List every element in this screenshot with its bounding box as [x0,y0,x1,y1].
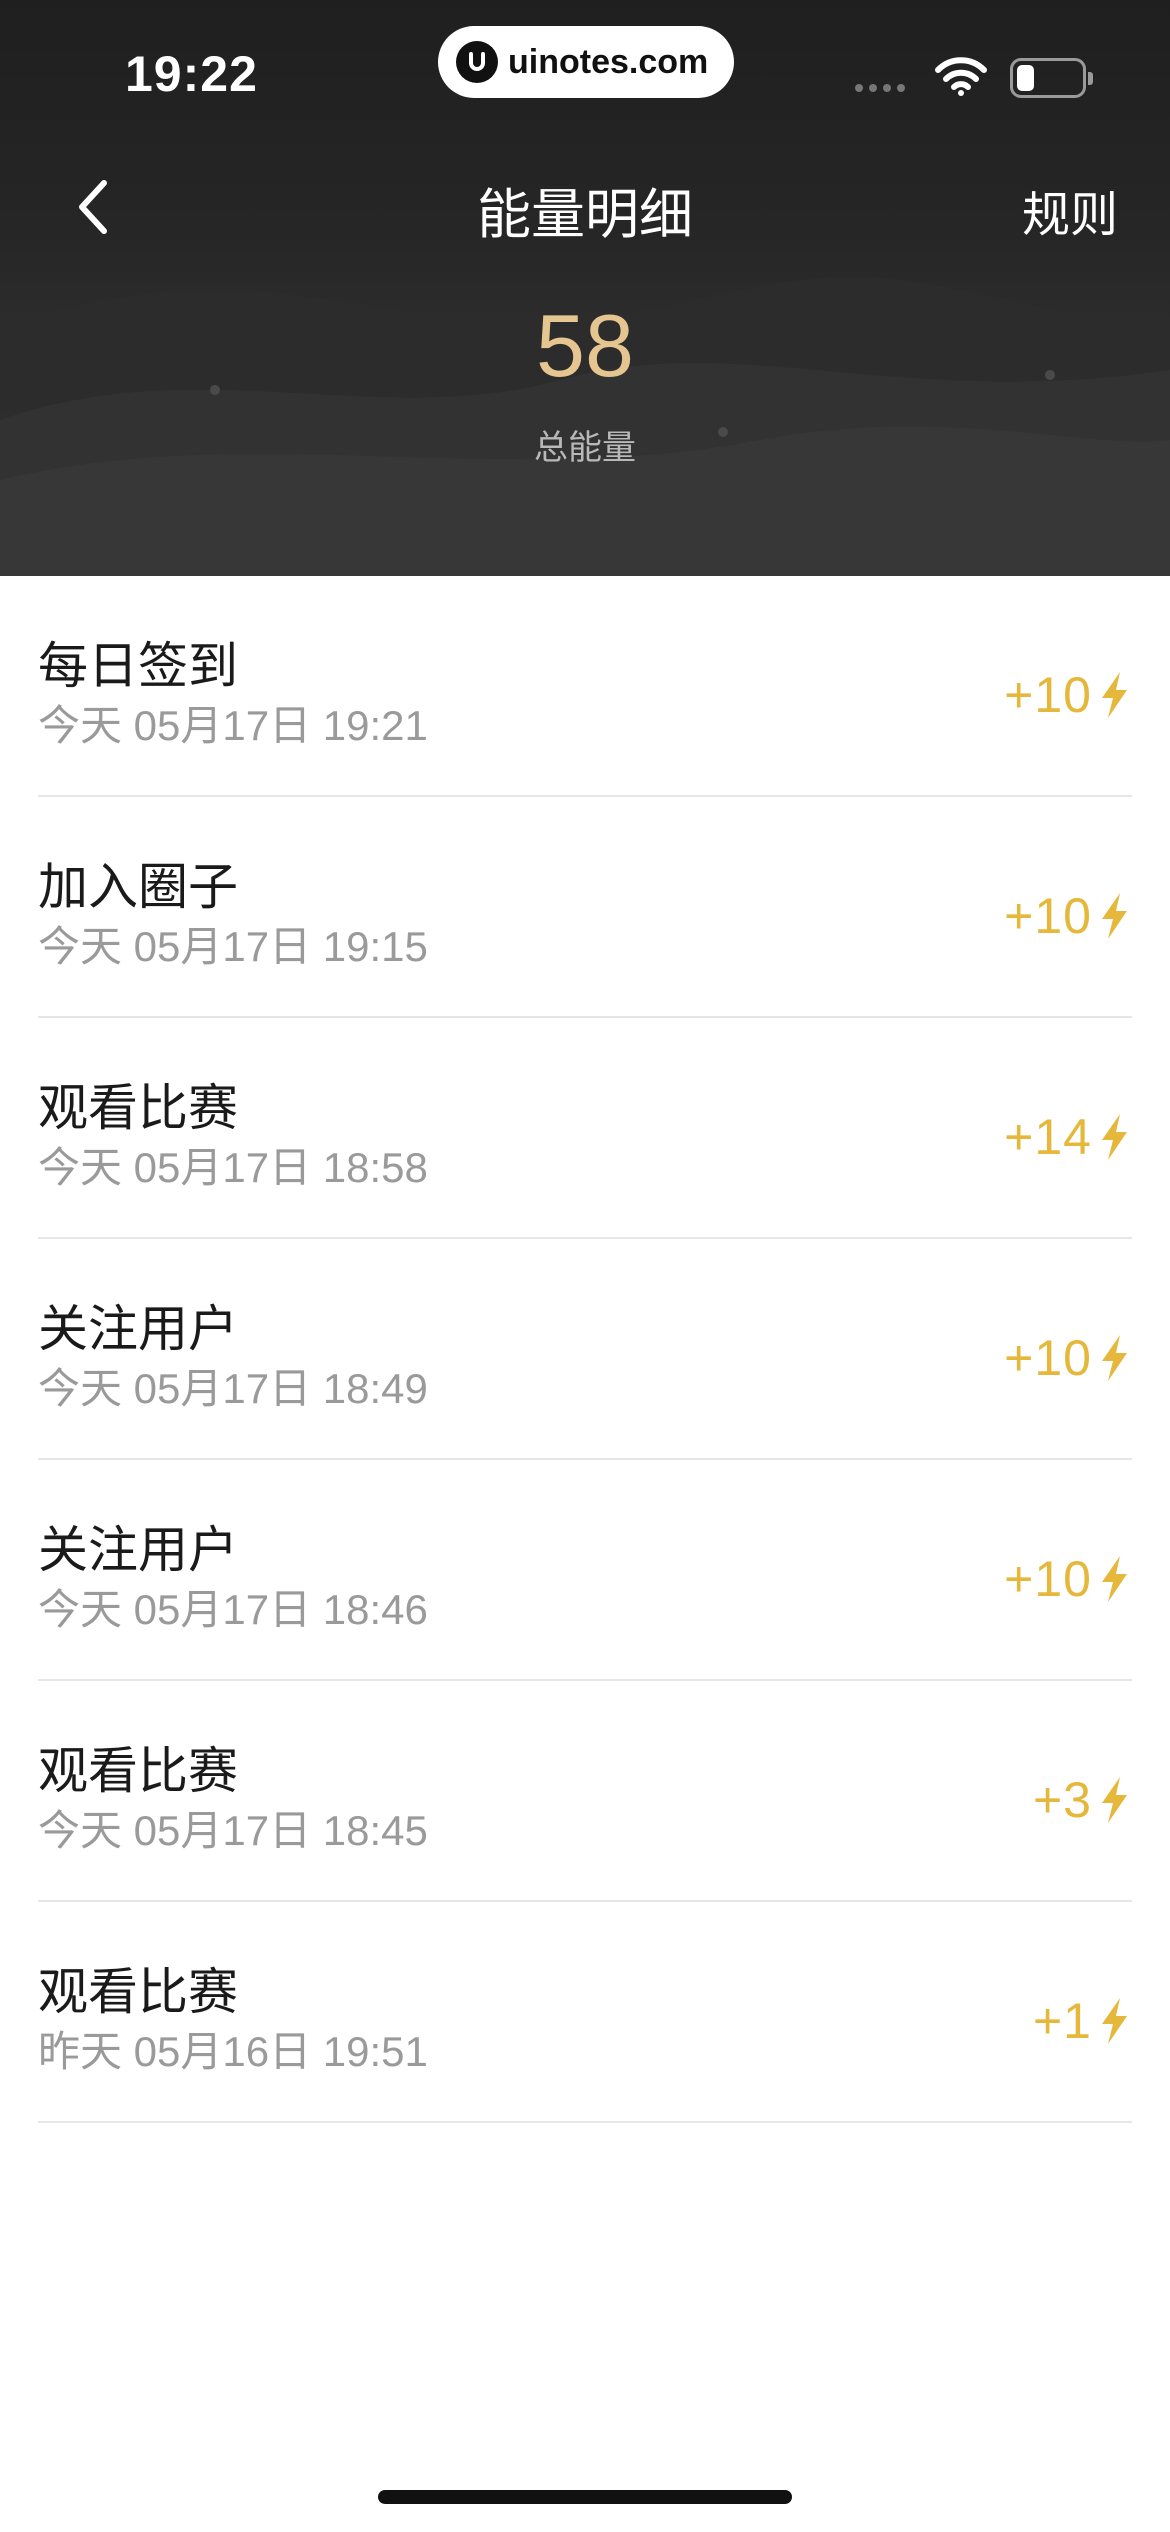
lightning-bolt-icon [1102,672,1127,718]
record-time: 昨天 05月16日 19:51 [38,2028,428,2075]
list-item: 观看比赛 今天 05月17日 18:45 +3 [0,1681,1170,1902]
url-text: uinotes.com [508,42,709,81]
record-points: +14 [1004,1108,1132,1166]
divider [38,2121,1132,2123]
record-time: 今天 05月17日 18:49 [38,1365,428,1412]
points-value: +10 [1004,1330,1092,1386]
back-button[interactable] [62,172,122,242]
list-item: 关注用户 今天 05月17日 18:46 +10 [0,1460,1170,1681]
total-energy-label: 总能量 [534,429,636,467]
record-time: 今天 05月17日 18:58 [38,1144,428,1191]
record-points: +3 [1033,1771,1132,1829]
total-energy-value: 58 [536,296,634,395]
uinotes-logo-icon [456,41,498,83]
points-value: +3 [1032,1772,1092,1828]
lightning-bolt-icon [1102,1556,1127,1602]
status-time: 19:22 [125,46,258,102]
record-title: 每日签到 [38,638,238,694]
battery-icon [1010,58,1086,98]
record-time: 今天 05月17日 19:15 [38,923,428,970]
page-title: 能量明细 [477,185,693,245]
record-title: 观看比赛 [38,1964,238,2020]
record-points: +10 [1004,1329,1132,1387]
record-title: 关注用户 [38,1522,238,1578]
lightning-bolt-icon [1102,1998,1127,2044]
record-time: 今天 05月17日 18:45 [38,1807,428,1854]
wifi-icon [935,57,987,96]
list-item: 关注用户 今天 05月17日 18:49 +10 [0,1239,1170,1460]
record-points: +10 [1004,887,1132,945]
status-bar: 19:22 uinotes.com [0,0,1170,140]
list-item: 观看比赛 今天 05月17日 18:58 +14 [0,1018,1170,1239]
lightning-bolt-icon [1102,893,1127,939]
list-item: 每日签到 今天 05月17日 19:21 +10 [0,576,1170,797]
points-value: +10 [1004,888,1092,944]
lightning-bolt-icon [1102,1114,1127,1160]
record-title: 观看比赛 [38,1080,238,1136]
record-title: 关注用户 [38,1301,238,1357]
record-time: 今天 05月17日 18:46 [38,1586,428,1633]
record-points: +1 [1033,1992,1132,2050]
record-points: +10 [1004,666,1132,724]
lightning-bolt-icon [1102,1335,1127,1381]
energy-header: 19:22 uinotes.com 能量明细 规则 58 总能量 [0,0,1170,576]
record-points: +10 [1004,1550,1132,1608]
rules-link[interactable]: 规则 [1022,175,1118,245]
url-pill[interactable]: uinotes.com [438,26,734,98]
home-indicator[interactable] [378,2490,792,2504]
points-value: +14 [1004,1109,1092,1165]
record-title: 加入圈子 [38,859,238,915]
record-time: 今天 05月17日 19:21 [38,702,428,749]
battery-tip [1088,72,1093,85]
points-value: +1 [1032,1993,1092,2049]
list-item: 加入圈子 今天 05月17日 19:15 +10 [0,797,1170,1018]
record-title: 观看比赛 [38,1743,238,1799]
points-value: +10 [1004,1551,1092,1607]
list-item: 观看比赛 昨天 05月16日 19:51 +1 [0,1902,1170,2123]
lightning-bolt-icon [1102,1777,1127,1823]
energy-record-list: 每日签到 今天 05月17日 19:21 +10 加入圈子 今天 05月17日 … [0,576,1170,2123]
cellular-signal-icon [855,84,905,92]
points-value: +10 [1004,667,1092,723]
chevron-left-icon [79,180,107,234]
